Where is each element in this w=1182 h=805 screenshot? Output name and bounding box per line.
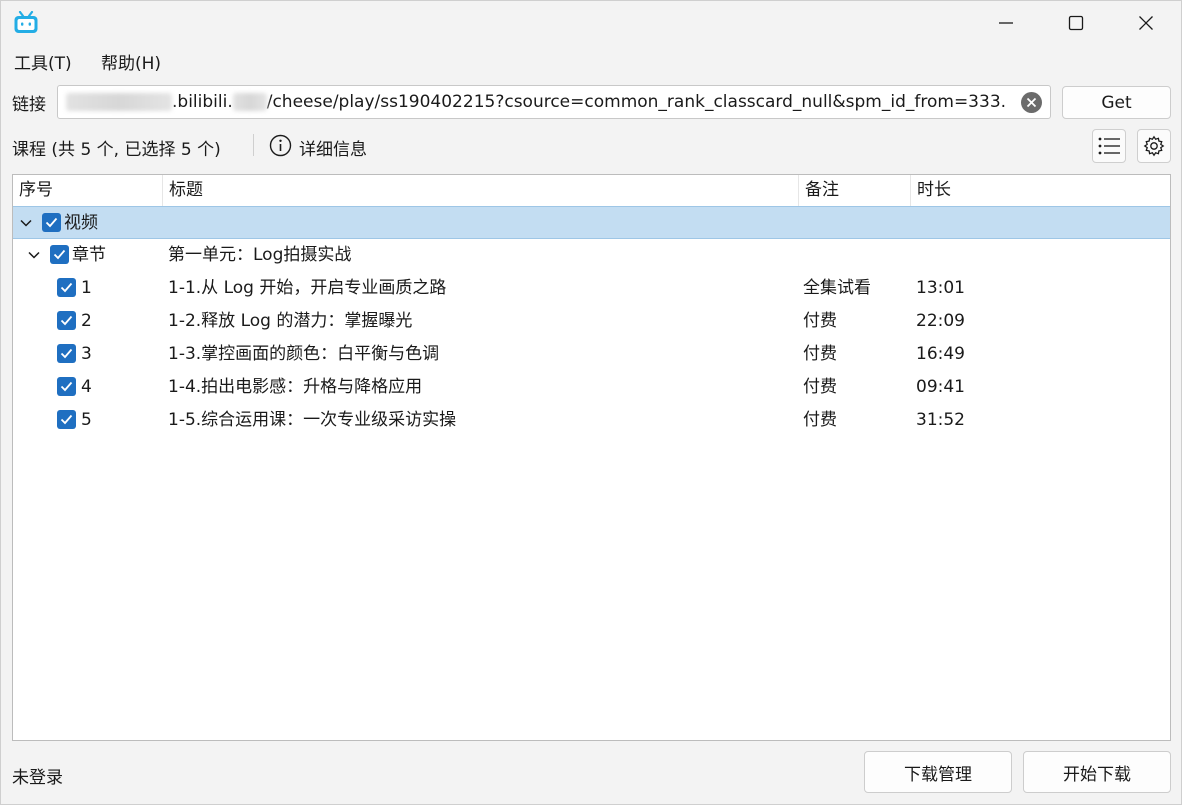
episode-note: 付费 (803, 311, 837, 331)
maximize-button[interactable] (1041, 1, 1111, 45)
check-icon (60, 348, 73, 359)
episode-duration: 16:49 (916, 344, 965, 364)
checkbox-checked[interactable] (57, 344, 76, 363)
get-button[interactable]: Get (1062, 86, 1171, 119)
chapter-title: 第一单元：Log拍摄实战 (168, 245, 352, 265)
course-tree: 序号 标题 备注 时长 视频 章节 第一单元：Log拍摄实战 1 1-1.从 L… (12, 174, 1171, 741)
column-header-duration[interactable]: 时长 (911, 175, 1170, 206)
start-download-button[interactable]: 开始下载 (1023, 751, 1171, 793)
url-redacted-part (232, 93, 267, 111)
close-icon (1139, 16, 1153, 30)
check-icon (60, 315, 73, 326)
url-redacted-part (66, 93, 172, 111)
check-icon (60, 381, 73, 392)
checkbox-checked[interactable] (57, 377, 76, 396)
course-summary: 课程 (共 5 个, 已选择 5 个) (12, 140, 221, 160)
tree-header: 序号 标题 备注 时长 (13, 175, 1170, 206)
tree-row-group[interactable]: 视频 (13, 206, 1170, 239)
episode-index: 5 (81, 410, 92, 430)
gear-icon (1143, 135, 1165, 157)
app-window: 工具(T) 帮助(H) 链接 .bilibili. /cheese/play/s… (0, 0, 1182, 805)
menu-tools[interactable]: 工具(T) (14, 49, 72, 74)
divider (253, 134, 254, 156)
info-icon[interactable] (269, 134, 292, 157)
url-text-part2: /cheese/play/ss190402215?csource=common_… (266, 92, 1007, 112)
menu-bar: 工具(T) 帮助(H) (1, 45, 1181, 75)
check-icon (60, 282, 73, 293)
episode-note: 全集试看 (803, 278, 871, 298)
list-view-button[interactable] (1092, 129, 1126, 163)
checkbox-checked[interactable] (50, 245, 69, 264)
url-input[interactable]: .bilibili. /cheese/play/ss190402215?csou… (57, 85, 1051, 119)
check-icon (45, 217, 58, 228)
tree-row-episode[interactable]: 1 1-1.从 Log 开始，开启专业画质之路 全集试看 13:01 (13, 272, 1170, 305)
checkbox-checked[interactable] (57, 278, 76, 297)
maximize-icon (1068, 15, 1084, 31)
column-header-note[interactable]: 备注 (799, 175, 911, 206)
minimize-button[interactable] (971, 1, 1041, 45)
title-bar (1, 1, 1181, 45)
episode-note: 付费 (803, 344, 837, 364)
settings-button[interactable] (1137, 129, 1171, 163)
tree-row-chapter[interactable]: 章节 第一单元：Log拍摄实战 (13, 239, 1170, 272)
clear-icon (1026, 97, 1037, 108)
column-header-index[interactable]: 序号 (13, 175, 163, 206)
tree-row-episode[interactable]: 4 1-4.拍出电影感：升格与降格应用 付费 09:41 (13, 371, 1170, 404)
bilibili-tv-icon (14, 11, 38, 33)
checkbox-checked[interactable] (57, 410, 76, 429)
download-manager-button[interactable]: 下载管理 (864, 751, 1012, 793)
episode-duration: 31:52 (916, 410, 965, 430)
episode-index: 4 (81, 377, 92, 397)
check-icon (60, 414, 73, 425)
minimize-icon (999, 22, 1013, 24)
login-status: 未登录 (12, 768, 63, 788)
check-icon (53, 249, 66, 260)
details-link[interactable]: 详细信息 (299, 135, 367, 160)
episode-title: 1-3.掌控画面的颜色：白平衡与色调 (168, 344, 440, 364)
url-label: 链接 (12, 95, 46, 115)
list-icon (1098, 137, 1120, 155)
close-button[interactable] (1111, 1, 1181, 45)
chevron-down-icon[interactable] (27, 248, 41, 262)
chevron-down-icon[interactable] (19, 216, 33, 230)
url-text-part1: .bilibili. (172, 92, 233, 112)
episode-index: 1 (81, 278, 92, 298)
episode-index: 2 (81, 311, 92, 331)
tree-row-episode[interactable]: 2 1-2.释放 Log 的潜力：掌握曝光 付费 22:09 (13, 305, 1170, 338)
episode-duration: 22:09 (916, 311, 965, 331)
tree-row-episode[interactable]: 3 1-3.掌控画面的颜色：白平衡与色调 付费 16:49 (13, 338, 1170, 371)
chapter-label: 章节 (72, 245, 106, 265)
clear-url-button[interactable] (1021, 92, 1042, 113)
tree-row-episode[interactable]: 5 1-5.综合运用课：一次专业级采访实操 付费 31:52 (13, 404, 1170, 437)
column-header-title[interactable]: 标题 (163, 175, 799, 206)
checkbox-checked[interactable] (57, 311, 76, 330)
episode-title: 1-2.释放 Log 的潜力：掌握曝光 (168, 311, 413, 331)
episode-note: 付费 (803, 410, 837, 430)
episode-duration: 13:01 (916, 278, 965, 298)
episode-note: 付费 (803, 377, 837, 397)
menu-help[interactable]: 帮助(H) (101, 49, 161, 74)
episode-duration: 09:41 (916, 377, 965, 397)
episode-title: 1-5.综合运用课：一次专业级采访实操 (168, 410, 457, 430)
episode-title: 1-1.从 Log 开始，开启专业画质之路 (168, 278, 447, 298)
group-label: 视频 (64, 213, 98, 233)
episode-index: 3 (81, 344, 92, 364)
checkbox-checked[interactable] (42, 213, 61, 232)
episode-title: 1-4.拍出电影感：升格与降格应用 (168, 377, 423, 397)
